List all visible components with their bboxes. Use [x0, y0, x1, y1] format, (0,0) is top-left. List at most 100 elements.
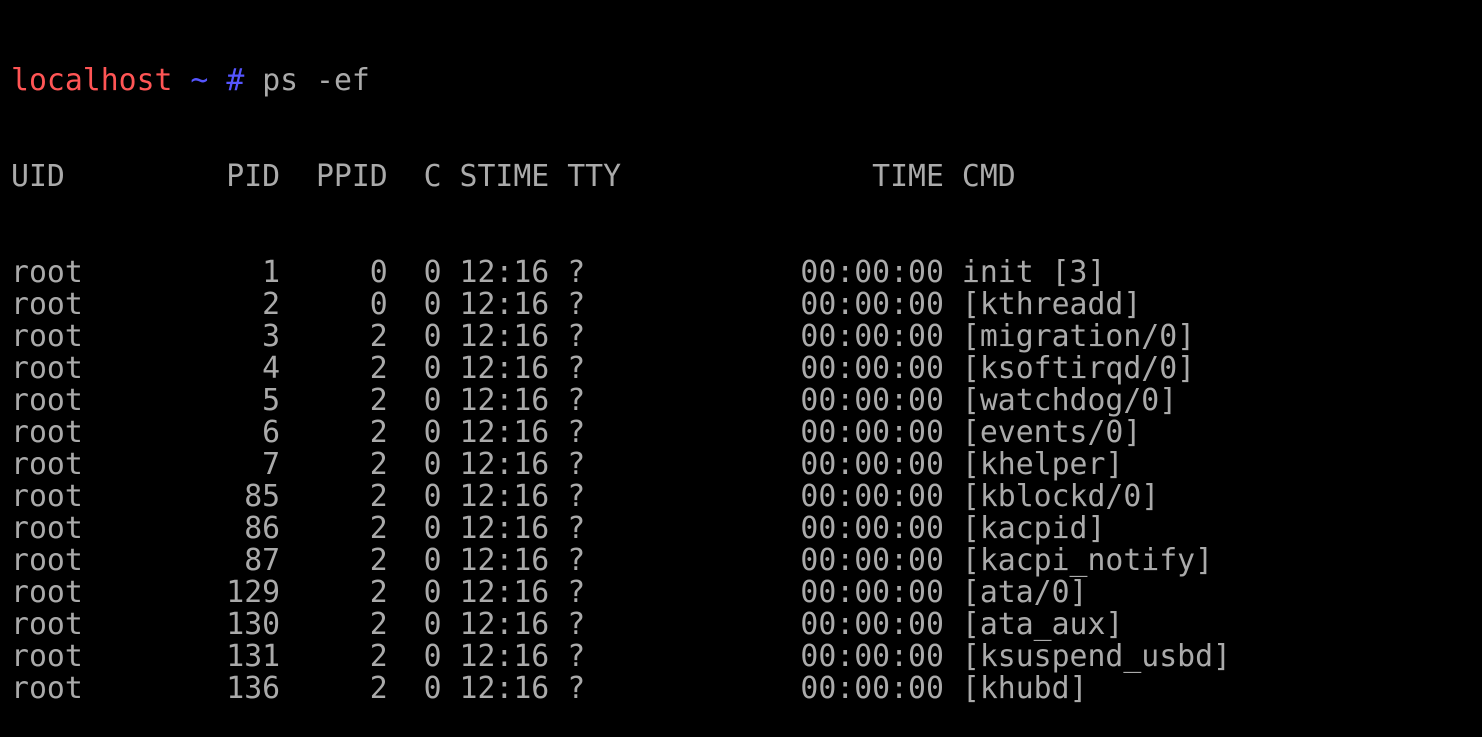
- cell-c: 0: [387, 609, 442, 641]
- cell-ppid: 2: [280, 321, 388, 353]
- cell-pid: 86: [172, 513, 281, 545]
- cell-ppid: 0: [280, 257, 388, 289]
- cell-ppid: 2: [280, 577, 388, 609]
- cell-time: 00:00:00: [710, 321, 944, 353]
- cell-uid: root: [11, 353, 173, 385]
- table-row: root 1 0 0 12:16 ? 00:00:00 init [3]: [11, 257, 1482, 289]
- table-row: root 4 2 0 12:16 ? 00:00:00 [ksoftirqd/0…: [11, 353, 1482, 385]
- cell-cmd: [ksuspend_usbd]: [961, 641, 1231, 673]
- cell-stime: 12:16: [459, 641, 550, 673]
- cell-tty: ?: [567, 417, 711, 449]
- cell-c: 0: [387, 289, 442, 321]
- cell-cmd: [kacpi_notify]: [961, 545, 1214, 577]
- cell-uid: root: [11, 257, 173, 289]
- cell-uid: root: [11, 417, 173, 449]
- table-row: root 5 2 0 12:16 ? 00:00:00 [watchdog/0]: [11, 385, 1482, 417]
- cell-tty: ?: [567, 481, 711, 513]
- cell-stime: 12:16: [459, 417, 550, 449]
- cell-stime: 12:16: [459, 545, 550, 577]
- cell-time: 00:00:00: [710, 385, 944, 417]
- cell-cmd: [kacpid]: [961, 513, 1106, 545]
- cell-ppid: 2: [280, 513, 388, 545]
- cell-cmd: [khubd]: [961, 673, 1088, 705]
- cell-time: 00:00:00: [710, 257, 944, 289]
- cell-uid: root: [11, 385, 173, 417]
- cell-tty: ?: [567, 321, 711, 353]
- cell-stime: 12:16: [459, 385, 550, 417]
- command-text: ps -ef: [262, 65, 370, 97]
- cell-uid: root: [11, 449, 173, 481]
- cell-cmd: [events/0]: [961, 417, 1142, 449]
- cell-cmd: [kthreadd]: [961, 289, 1142, 321]
- cell-ppid: 2: [280, 641, 388, 673]
- cell-stime: 12:16: [459, 449, 550, 481]
- cell-cmd: [ata_aux]: [961, 609, 1124, 641]
- cell-cmd: init [3]: [961, 257, 1106, 289]
- cell-pid: 5: [172, 385, 281, 417]
- cell-pid: 136: [172, 673, 281, 705]
- cell-pid: 2: [172, 289, 281, 321]
- cell-pid: 7: [172, 449, 281, 481]
- cell-time: 00:00:00: [710, 417, 944, 449]
- cell-stime: 12:16: [459, 577, 550, 609]
- cell-tty: ?: [567, 609, 711, 641]
- cell-c: 0: [387, 481, 442, 513]
- terminal-screen[interactable]: localhost ~ # ps -ef UID PID PPID C STIM…: [0, 0, 1482, 705]
- cell-tty: ?: [567, 449, 711, 481]
- cell-ppid: 2: [280, 353, 388, 385]
- cell-time: 00:00:00: [710, 673, 944, 705]
- table-row: root 3 2 0 12:16 ? 00:00:00 [migration/0…: [11, 321, 1482, 353]
- cell-stime: 12:16: [459, 289, 550, 321]
- column-header-ppid: PPID: [280, 161, 388, 193]
- cell-cmd: [kblockd/0]: [961, 481, 1160, 513]
- cell-time: 00:00:00: [710, 481, 944, 513]
- cell-cmd: [khelper]: [961, 449, 1124, 481]
- column-header-time: TIME: [710, 161, 944, 193]
- cell-time: 00:00:00: [710, 289, 944, 321]
- cell-c: 0: [387, 353, 442, 385]
- cell-pid: 85: [172, 481, 281, 513]
- cell-pid: 6: [172, 417, 281, 449]
- prompt-symbol: #: [226, 65, 245, 97]
- cell-tty: ?: [567, 257, 711, 289]
- cell-pid: 3: [172, 321, 281, 353]
- cell-c: 0: [387, 449, 442, 481]
- prompt-line: localhost ~ # ps -ef: [11, 65, 1482, 97]
- process-table: root 1 0 0 12:16 ? 00:00:00 init [3] root…: [11, 257, 1482, 705]
- cell-tty: ?: [567, 673, 711, 705]
- cell-stime: 12:16: [459, 257, 550, 289]
- cell-time: 00:00:00: [710, 641, 944, 673]
- cell-stime: 12:16: [459, 353, 550, 385]
- table-row: root 7 2 0 12:16 ? 00:00:00 [khelper]: [11, 449, 1482, 481]
- cell-pid: 87: [172, 545, 281, 577]
- cell-time: 00:00:00: [710, 609, 944, 641]
- cell-tty: ?: [567, 513, 711, 545]
- cell-time: 00:00:00: [710, 353, 944, 385]
- cell-uid: root: [11, 641, 173, 673]
- cell-ppid: 2: [280, 609, 388, 641]
- column-header-tty: TTY: [567, 161, 711, 193]
- cell-c: 0: [387, 545, 442, 577]
- prompt-path: ~: [190, 65, 209, 97]
- cell-c: 0: [387, 577, 442, 609]
- column-header-stime: STIME: [459, 161, 550, 193]
- cell-c: 0: [387, 513, 442, 545]
- cell-stime: 12:16: [459, 609, 550, 641]
- cell-pid: 130: [172, 609, 281, 641]
- cell-ppid: 2: [280, 417, 388, 449]
- cell-tty: ?: [567, 641, 711, 673]
- cell-tty: ?: [567, 353, 711, 385]
- table-row: root 136 2 0 12:16 ? 00:00:00 [khubd]: [11, 673, 1482, 705]
- cell-cmd: [ata/0]: [961, 577, 1088, 609]
- cell-ppid: 2: [280, 449, 388, 481]
- table-row: root 86 2 0 12:16 ? 00:00:00 [kacpid]: [11, 513, 1482, 545]
- column-header-c: C: [387, 161, 442, 193]
- cell-stime: 12:16: [459, 673, 550, 705]
- cell-cmd: [ksoftirqd/0]: [961, 353, 1196, 385]
- table-row: root 131 2 0 12:16 ? 00:00:00 [ksuspend_…: [11, 641, 1482, 673]
- table-header: UID PID PPID C STIME TTY TIME CMD: [11, 161, 1482, 193]
- cell-pid: 4: [172, 353, 281, 385]
- cell-uid: root: [11, 513, 173, 545]
- cell-tty: ?: [567, 545, 711, 577]
- cell-tty: ?: [567, 385, 711, 417]
